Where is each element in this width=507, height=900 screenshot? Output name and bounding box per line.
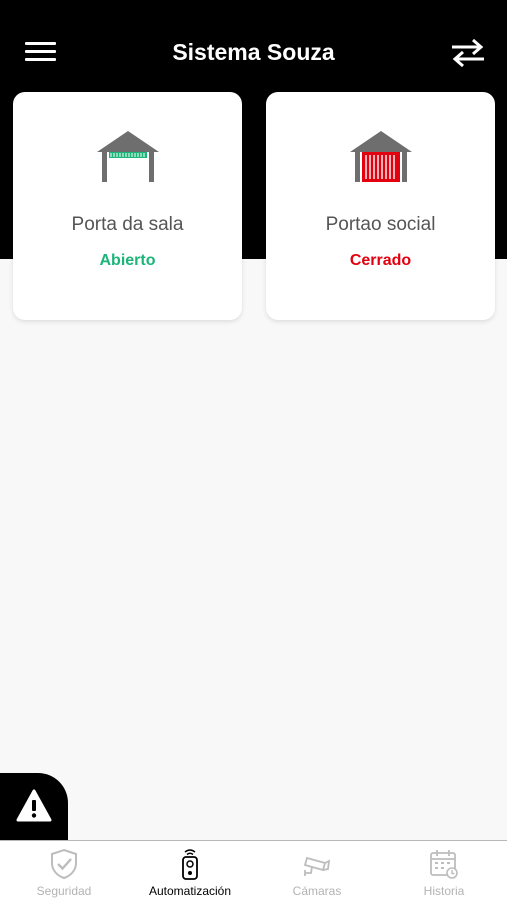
menu-icon-line-top xyxy=(25,42,56,45)
device-status-badge: Abierto xyxy=(99,252,156,269)
switch-system-button[interactable] xyxy=(448,36,488,68)
tab-seguridad[interactable]: Seguridad xyxy=(1,841,127,900)
tab-label: Historia xyxy=(423,884,465,898)
swap-arrows-icon xyxy=(452,38,484,68)
calendar-history-icon xyxy=(430,850,458,879)
tab-camaras[interactable]: Cámaras xyxy=(254,841,380,900)
device-name: Porta da sala xyxy=(71,214,184,235)
panic-alert-button[interactable] xyxy=(0,773,68,840)
warning-triangle-icon xyxy=(16,789,52,822)
garage-closed-icon xyxy=(350,131,412,182)
device-name: Portao social xyxy=(325,214,436,235)
menu-button[interactable] xyxy=(22,36,60,68)
tab-historia[interactable]: Historia xyxy=(381,841,507,900)
device-card-portao-social[interactable]: Portao social Cerrado xyxy=(266,92,495,320)
tab-label: Seguridad xyxy=(36,884,92,898)
tab-label: Automatización xyxy=(148,884,232,898)
menu-icon-line-bottom xyxy=(25,58,56,61)
bottom-tab-bar: Seguridad Automatización Cámaras Histori… xyxy=(0,840,507,900)
page-title: Sistema Souza xyxy=(172,39,335,65)
device-card-porta-da-sala[interactable]: Porta da sala Abierto xyxy=(13,92,242,320)
shield-check-icon xyxy=(51,848,77,880)
menu-icon-line-middle xyxy=(25,50,56,53)
tab-label: Cámaras xyxy=(292,884,342,898)
device-status-badge: Cerrado xyxy=(349,252,412,269)
security-camera-icon xyxy=(303,856,331,876)
tab-automatizacion[interactable]: Automatización xyxy=(127,841,253,900)
garage-open-icon xyxy=(97,131,159,182)
remote-control-icon xyxy=(182,849,198,880)
